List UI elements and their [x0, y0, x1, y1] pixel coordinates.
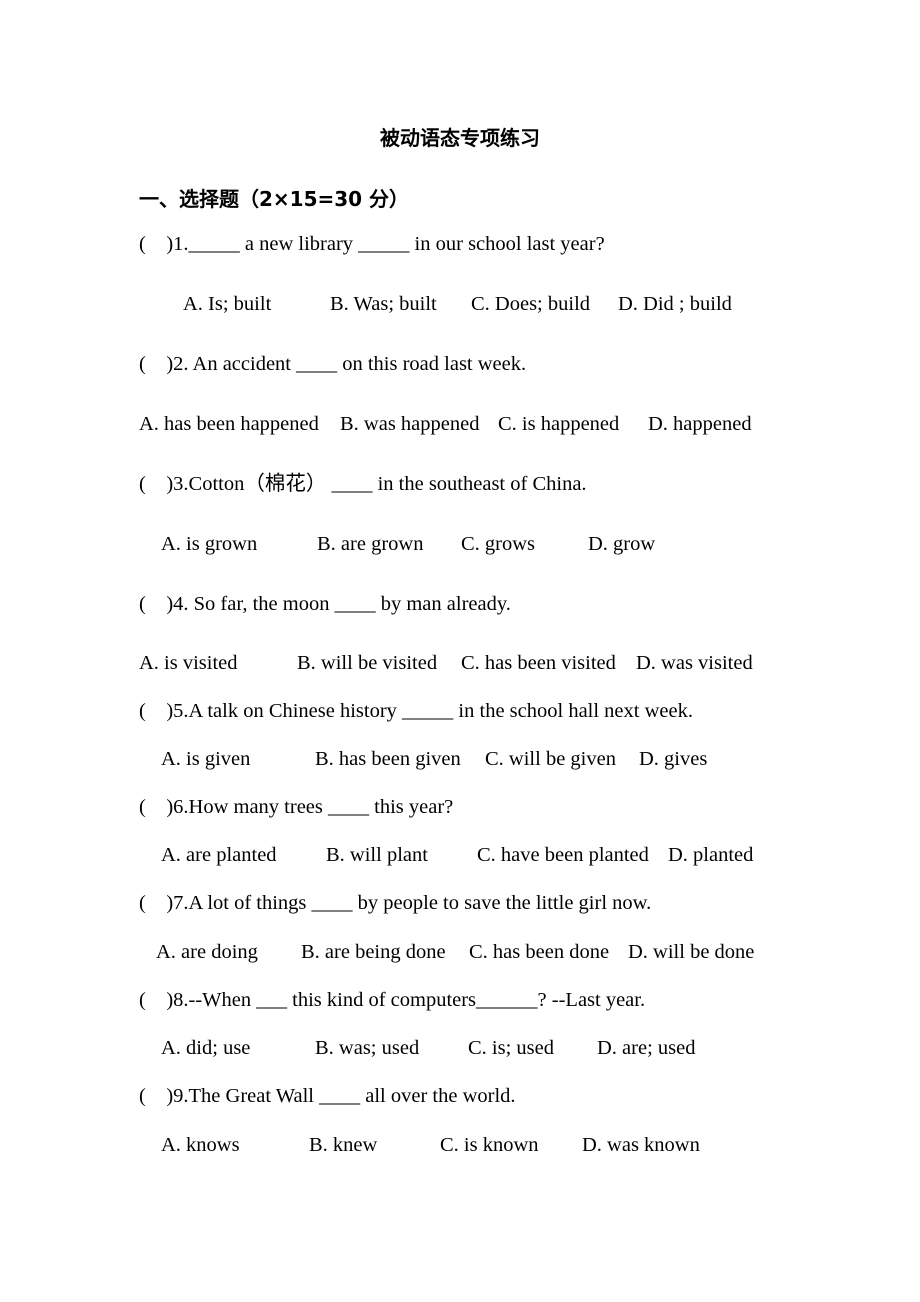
question-2-option-c: C. is happened — [498, 413, 620, 435]
question-5-stem: ( )5.A talk on Chinese history _____ in … — [139, 700, 693, 722]
question-1-stem: ( )1._____ a new library _____ in our sc… — [139, 233, 605, 255]
question-1-option-b: B. Was; built — [330, 293, 437, 315]
question-9-option-b: B. knew — [309, 1134, 378, 1156]
question-6-stem: ( )6.How many trees ____ this year? — [139, 796, 454, 818]
question-8-option-b: B. was; used — [315, 1037, 420, 1059]
question-4-stem: ( )4. So far, the moon ____ by man alrea… — [139, 593, 511, 615]
question-7-option-d: D. will be done — [628, 941, 755, 963]
question-5-option-a: A. is given — [161, 748, 251, 770]
question-4-option-a: A. is visited — [139, 652, 238, 674]
question-5-option-b: B. has been given — [315, 748, 461, 770]
document-title: 被动语态专项练习 — [380, 126, 540, 150]
document-page: 被动语态专项练习 一、选择题（2×15=30 分） ( )1._____ a n… — [0, 0, 920, 1302]
question-7-stem: ( )7.A lot of things ____ by people to s… — [139, 892, 652, 914]
question-2-stem: ( )2. An accident ____ on this road last… — [139, 353, 527, 375]
question-5-option-c: C. will be given — [485, 748, 616, 770]
question-4-option-c: C. has been visited — [461, 652, 616, 674]
question-2-option-b: B. was happened — [340, 413, 480, 435]
question-6-option-d: D. planted — [668, 844, 754, 866]
question-9-option-c: C. is known — [440, 1134, 539, 1156]
question-3-option-a: A. is grown — [161, 533, 258, 555]
question-2-option-d: D. happened — [648, 413, 752, 435]
question-2-option-a: A. has been happened — [139, 413, 319, 435]
question-6-option-c: C. have been planted — [477, 844, 649, 866]
question-9-stem: ( )9.The Great Wall ____ all over the wo… — [139, 1085, 516, 1107]
question-4-option-b: B. will be visited — [297, 652, 438, 674]
question-3-stem: ( )3.Cotton（棉花） ____ in the southeast of… — [139, 473, 587, 495]
question-4-option-d: D. was visited — [636, 652, 753, 674]
question-8-option-c: C. is; used — [468, 1037, 554, 1059]
question-5-option-d: D. gives — [639, 748, 708, 770]
question-7-option-b: B. are being done — [301, 941, 446, 963]
question-9-option-d: D. was known — [582, 1134, 700, 1156]
question-7-option-a: A. are doing — [156, 941, 258, 963]
question-1-option-d: D. Did ; build — [618, 293, 732, 315]
question-8-option-d: D. are; used — [597, 1037, 696, 1059]
section-heading: 一、选择题（2×15=30 分） — [139, 187, 410, 211]
question-6-option-b: B. will plant — [326, 844, 428, 866]
question-7-option-c: C. has been done — [469, 941, 610, 963]
question-1-option-c: C. Does; build — [471, 293, 591, 315]
question-6-option-a: A. are planted — [161, 844, 277, 866]
question-3-option-d: D. grow — [588, 533, 656, 555]
question-9-option-a: A. knows — [161, 1134, 240, 1156]
question-3-option-c: C. grows — [461, 533, 536, 555]
question-8-option-a: A. did; use — [161, 1037, 251, 1059]
question-1-option-a: A. Is; built — [183, 293, 272, 315]
question-3-option-b: B. are grown — [317, 533, 424, 555]
question-8-stem: ( )8.--When ___ this kind of computers__… — [139, 989, 646, 1011]
